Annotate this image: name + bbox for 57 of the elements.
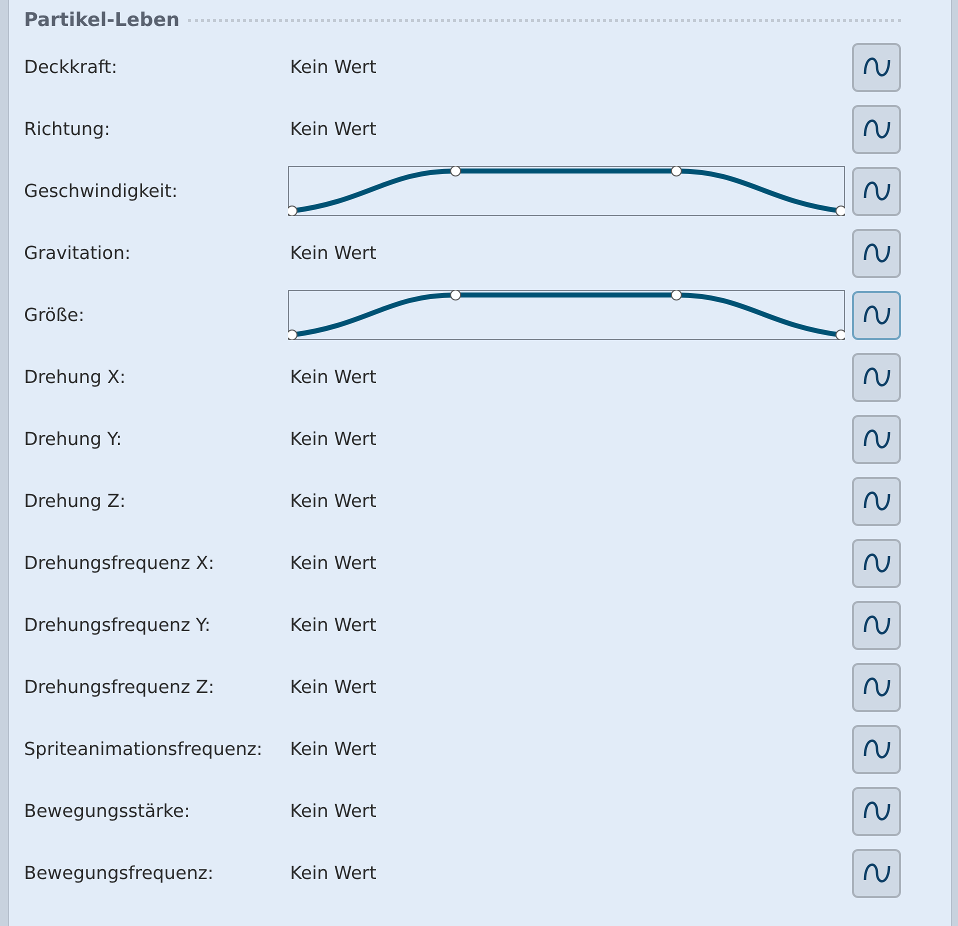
curve-toggle-button[interactable] xyxy=(852,724,901,774)
wave-icon xyxy=(862,367,890,387)
property-label: Bewegungsfrequenz: xyxy=(24,862,215,886)
wave-icon xyxy=(862,801,890,821)
property-value: Kein Wert xyxy=(290,862,378,886)
curve-toggle-button[interactable] xyxy=(852,600,901,650)
property-value: Kein Wert xyxy=(290,118,378,142)
curve-editor[interactable] xyxy=(288,166,845,216)
wave-icon xyxy=(862,305,890,325)
curve-toggle-button[interactable] xyxy=(852,228,901,278)
wave-icon xyxy=(862,491,890,511)
wave-icon xyxy=(862,119,890,139)
section-title: Partikel-Leben xyxy=(24,8,180,33)
property-value: Kein Wert xyxy=(290,738,378,762)
curve-toggle-button[interactable] xyxy=(852,290,901,340)
property-value: Kein Wert xyxy=(290,676,378,700)
property-value: Kein Wert xyxy=(290,800,378,824)
property-label: Gravitation: xyxy=(24,242,132,266)
property-label: Drehung Y: xyxy=(24,428,123,452)
curve-toggle-button[interactable] xyxy=(852,538,901,588)
property-label: Geschwindigkeit: xyxy=(24,180,179,204)
wave-icon xyxy=(862,243,890,263)
curve-toggle-button[interactable] xyxy=(852,414,901,464)
property-value: Kein Wert xyxy=(290,490,378,514)
property-label: Drehung Z: xyxy=(24,490,127,514)
property-label: Deckkraft: xyxy=(24,56,118,80)
property-label: Drehungsfrequenz X: xyxy=(24,552,216,576)
curve-toggle-button[interactable] xyxy=(852,166,901,216)
wave-icon xyxy=(862,615,890,635)
wave-icon xyxy=(862,739,890,759)
curve-toggle-button[interactable] xyxy=(852,786,901,836)
wave-icon xyxy=(862,429,890,449)
property-label: Größe: xyxy=(24,304,86,328)
curve-editor[interactable] xyxy=(288,290,845,340)
property-label: Spriteanimationsfrequenz: xyxy=(24,738,264,762)
wave-icon xyxy=(862,57,890,77)
curve-toggle-button[interactable] xyxy=(852,848,901,898)
wave-icon xyxy=(862,553,890,573)
property-value: Kein Wert xyxy=(290,366,378,390)
curve-toggle-button[interactable] xyxy=(852,662,901,712)
curve-toggle-button[interactable] xyxy=(852,42,901,92)
wave-icon xyxy=(862,863,890,883)
curve-toggle-button[interactable] xyxy=(852,104,901,154)
property-label: Bewegungsstärke: xyxy=(24,800,192,824)
property-label: Drehungsfrequenz Y: xyxy=(24,614,212,638)
wave-icon xyxy=(862,181,890,201)
property-value: Kein Wert xyxy=(290,552,378,576)
property-value: Kein Wert xyxy=(290,56,378,80)
property-label: Richtung: xyxy=(24,118,112,142)
property-label: Drehung X: xyxy=(24,366,127,390)
property-value: Kein Wert xyxy=(290,242,378,266)
wave-icon xyxy=(862,677,890,697)
property-label: Drehungsfrequenz Z: xyxy=(24,676,216,700)
property-value: Kein Wert xyxy=(290,428,378,452)
curve-toggle-button[interactable] xyxy=(852,476,901,526)
curve-toggle-button[interactable] xyxy=(852,352,901,402)
property-value: Kein Wert xyxy=(290,614,378,638)
